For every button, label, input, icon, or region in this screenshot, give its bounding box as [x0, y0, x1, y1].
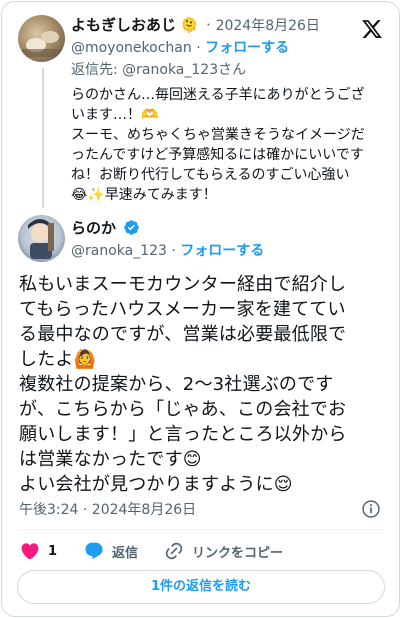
main-line: る最中なのですが、営業は必要最低限で [19, 324, 347, 345]
main-line: 複数社の提案から、2〜3社選ぶのです [19, 374, 334, 395]
dot-separator: · [196, 40, 201, 56]
read-replies-button[interactable]: 1件の返信を読む [17, 570, 385, 604]
like-action[interactable]: 1 [20, 541, 57, 561]
main-line: が、こちらから「じゃあ、この会社でお [19, 399, 347, 420]
main-line: したよ🙆 [19, 349, 97, 370]
melting-face-emoji: 🫠 [180, 18, 199, 34]
main-tweet-text: 私もいまスーモカウンター経由で紹介し てもらったハウスメーカー家を建ててい る最… [19, 272, 391, 497]
main-line: は営業なかったです😊 [19, 449, 202, 470]
copy-link-action[interactable]: リンクをコピー [164, 541, 283, 561]
tweet-timestamp[interactable]: 午後3:24 · 2024年8月26日 [19, 500, 196, 520]
main-line: 願いします！」と言ったところ以外から [19, 424, 347, 445]
main-line: よい会社が見つかりますように😌 [19, 474, 293, 495]
follow-button-main[interactable]: フォローする [180, 243, 264, 259]
reply-line: ね！お断り代行してもらえるのすごい心強い [71, 167, 350, 183]
follow-button-reply[interactable]: フォローする [205, 40, 289, 56]
dot-separator: · [206, 16, 211, 34]
reply-line: 😂✨早速みてみます！ [71, 187, 217, 203]
reply-line: います…！🫶 [71, 107, 159, 123]
reply-display-name[interactable]: よもぎしおあじ [71, 16, 176, 34]
like-count: 1 [48, 543, 58, 559]
reply-line: スーモ、めちゃくちゃ営業きそうなイメージだ [71, 127, 365, 143]
thread-connector-line [42, 68, 44, 208]
reply-date[interactable]: 2024年8月26日 [216, 18, 320, 34]
main-handle[interactable]: @ranoka_123 [71, 243, 167, 259]
reply-tweet-text: らのかさん…毎回迷える子羊にありがとうござ います…！🫶 スーモ、めちゃくちゃ営… [71, 85, 389, 205]
reply-header: よもぎしおあじ 🫠 · 2024年8月26日 [71, 15, 320, 36]
x-logo-icon[interactable] [361, 18, 383, 40]
info-icon[interactable] [361, 499, 381, 519]
link-icon [164, 541, 184, 561]
avatar-ranoka[interactable] [18, 215, 65, 262]
reply-handle[interactable]: @moyonekochan [71, 40, 192, 56]
copy-link-label: リンクをコピー [192, 545, 284, 561]
avatar-yomogi[interactable] [18, 15, 65, 62]
reply-handle-row: @moyonekochan · フォローする [71, 38, 289, 58]
reply-bubble-icon [84, 541, 104, 561]
main-line: 私もいまスーモカウンター経由で紹介し [19, 274, 347, 295]
reply-action[interactable]: 返信 [84, 541, 138, 561]
reply-line: らのかさん…毎回迷える子羊にありがとうござ [71, 87, 365, 103]
embedded-tweet-card: よもぎしおあじ 🫠 · 2024年8月26日 @moyonekochan · フ… [1, 1, 400, 617]
main-line: てもらったハウスメーカー家を建ててい [19, 299, 346, 320]
reply-line: ったんですけど予算感知るには確かにいいです [71, 147, 364, 163]
dot-separator: · [171, 243, 176, 259]
main-handle-row: @ranoka_123 · フォローする [71, 241, 264, 261]
main-display-name[interactable]: らのか [71, 219, 116, 237]
heart-icon [20, 541, 40, 561]
verified-badge-icon [123, 219, 140, 241]
main-header: らのか [71, 218, 140, 241]
divider [17, 529, 384, 530]
reply-label: 返信 [112, 545, 139, 561]
reply-to-label[interactable]: 返信先: @ranoka_123さん [71, 60, 246, 80]
